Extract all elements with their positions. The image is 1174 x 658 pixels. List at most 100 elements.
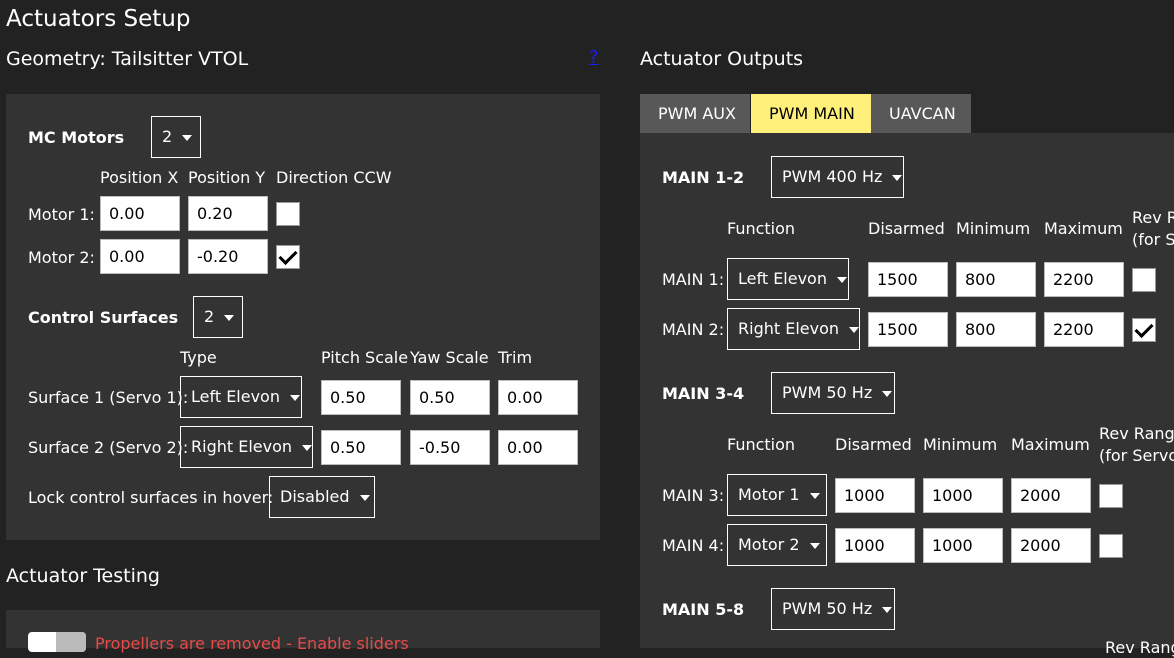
main-2-maximum-input[interactable]: 2200 [1044,312,1124,347]
main-4-rev-range-checkbox[interactable] [1099,534,1123,558]
chevron-down-icon [836,276,847,283]
motor-2-position-y-input[interactable]: -0.20 [188,239,268,274]
motor-2-position-x-input[interactable]: 0.00 [100,239,180,274]
g1-col-maximum: Maximum [1044,219,1123,238]
tab-uavcan[interactable]: UAVCAN [871,94,971,133]
main-4-disarmed-input[interactable]: 1000 [835,528,915,563]
motor-1-position-x-input[interactable]: 0.00 [100,196,180,231]
surface-2-type-value: Right Elevon [191,437,293,456]
motor-col-position-x: Position X [100,168,179,187]
lock-hover-select[interactable]: Disabled [269,476,375,518]
surface-1-type-value: Left Elevon [191,387,280,406]
main-3-label: MAIN 3: [662,486,725,505]
main-2-label: MAIN 2: [662,320,725,339]
surface-2-label: Surface 2 (Servo 2): [28,438,189,457]
group-main-3-4-label: MAIN 3-4 [662,384,745,403]
group-main-3-4-rate-value: PWM 50 Hz [782,383,873,402]
group-main-3-4-rate-select[interactable]: PWM 50 Hz [771,372,895,414]
chevron-down-icon [809,542,820,549]
main-2-rev-range-checkbox[interactable] [1132,318,1156,342]
tab-pwm-main[interactable]: PWM MAIN [751,94,871,133]
main-1-minimum-input[interactable]: 800 [956,262,1036,297]
mc-motors-count-value: 2 [162,127,173,146]
main-1-label: MAIN 1: [662,270,725,289]
surface-col-type: Type [180,348,217,367]
main-1-disarmed-input[interactable]: 1500 [868,262,948,297]
main-3-function-select[interactable]: Motor 1 [727,474,827,516]
chevron-down-icon [359,494,370,501]
g2-col-minimum: Minimum [923,435,998,454]
control-surfaces-count-select[interactable]: 2 [193,296,243,338]
surface-1-trim-input[interactable]: 0.00 [498,380,578,415]
main-2-function-value: Right Elevon [738,319,840,338]
page-title: Actuators Setup [6,6,191,32]
lock-hover-label: Lock control surfaces in hover: [28,488,274,507]
chevron-down-icon [224,314,235,321]
enable-sliders-text: Propellers are removed - Enable sliders [95,634,409,653]
group-main-1-2-rate-select[interactable]: PWM 400 Hz [771,156,904,198]
outputs-heading: Actuator Outputs [640,48,804,70]
motor-2-ccw-checkbox[interactable] [276,245,300,269]
mc-motors-label: MC Motors [28,128,125,147]
surface-col-trim: Trim [498,348,533,367]
main-3-rev-range-checkbox[interactable] [1099,484,1123,508]
surface-1-type-select[interactable]: Left Elevon [180,376,302,418]
group-main-5-8-rate-value: PWM 50 Hz [782,599,873,618]
surface-1-label: Surface 1 (Servo 1): [28,388,189,407]
surface-1-yaw-scale-input[interactable]: 0.50 [410,380,490,415]
main-3-maximum-input[interactable]: 2000 [1011,478,1091,513]
main-4-function-select[interactable]: Motor 2 [727,524,827,566]
g2-col-disarmed: Disarmed [835,435,912,454]
main-4-maximum-input[interactable]: 2000 [1011,528,1091,563]
g3-col-rev-range: Rev Range [1105,638,1174,657]
enable-sliders-toggle[interactable] [28,632,86,652]
g2-col-rev-range-sub: (for Servo [1099,446,1174,465]
control-surfaces-count-value: 2 [204,307,215,326]
chevron-down-icon [182,134,193,141]
main-4-minimum-input[interactable]: 1000 [923,528,1003,563]
main-4-label: MAIN 4: [662,536,725,555]
motor-col-direction-ccw: Direction CCW [276,168,392,187]
control-surfaces-label: Control Surfaces [28,308,179,327]
surface-col-pitch-scale: Pitch Scale [321,348,409,367]
g1-col-function: Function [727,219,796,238]
main-2-disarmed-input[interactable]: 1500 [868,312,948,347]
mc-motors-count-select[interactable]: 2 [151,116,201,158]
main-3-disarmed-input[interactable]: 1000 [835,478,915,513]
chevron-down-icon [892,174,903,181]
main-2-function-select[interactable]: Right Elevon [727,308,860,350]
geometry-help-link[interactable]: ? [589,47,599,68]
surface-2-pitch-scale-input[interactable]: 0.50 [321,430,401,465]
group-main-1-2-rate-value: PWM 400 Hz [782,167,883,186]
main-1-rev-range-checkbox[interactable] [1132,268,1156,292]
surface-1-pitch-scale-input[interactable]: 0.50 [321,380,401,415]
g1-col-rev-range: Rev Range [1132,208,1174,227]
motor-1-ccw-checkbox[interactable] [276,202,300,226]
tab-pwm-aux[interactable]: PWM AUX [640,94,750,133]
main-1-function-value: Left Elevon [738,269,827,288]
geometry-heading: Geometry: Tailsitter VTOL [6,48,249,70]
motor-1-position-y-input[interactable]: 0.20 [188,196,268,231]
toggle-knob [56,632,86,652]
group-main-5-8-rate-select[interactable]: PWM 50 Hz [771,588,895,630]
chevron-down-icon [809,492,820,499]
surface-2-type-select[interactable]: Right Elevon [180,426,313,468]
g1-col-disarmed: Disarmed [868,219,945,238]
surface-2-yaw-scale-input[interactable]: -0.50 [410,430,490,465]
group-main-1-2-label: MAIN 1-2 [662,168,745,187]
g1-col-rev-range-sub: (for Se [1132,230,1174,249]
main-1-function-select[interactable]: Left Elevon [727,258,849,300]
g1-col-minimum: Minimum [956,219,1031,238]
chevron-down-icon [882,606,893,613]
surface-2-trim-input[interactable]: 0.00 [498,430,578,465]
g2-col-function: Function [727,435,796,454]
g2-col-rev-range: Rev Range [1099,424,1174,443]
main-3-minimum-input[interactable]: 1000 [923,478,1003,513]
motor-col-position-y: Position Y [188,168,266,187]
surface-col-yaw-scale: Yaw Scale [410,348,489,367]
main-2-minimum-input[interactable]: 800 [956,312,1036,347]
motor-2-label: Motor 2: [28,248,95,267]
chevron-down-icon [849,326,860,333]
g2-col-maximum: Maximum [1011,435,1090,454]
main-1-maximum-input[interactable]: 2200 [1044,262,1124,297]
